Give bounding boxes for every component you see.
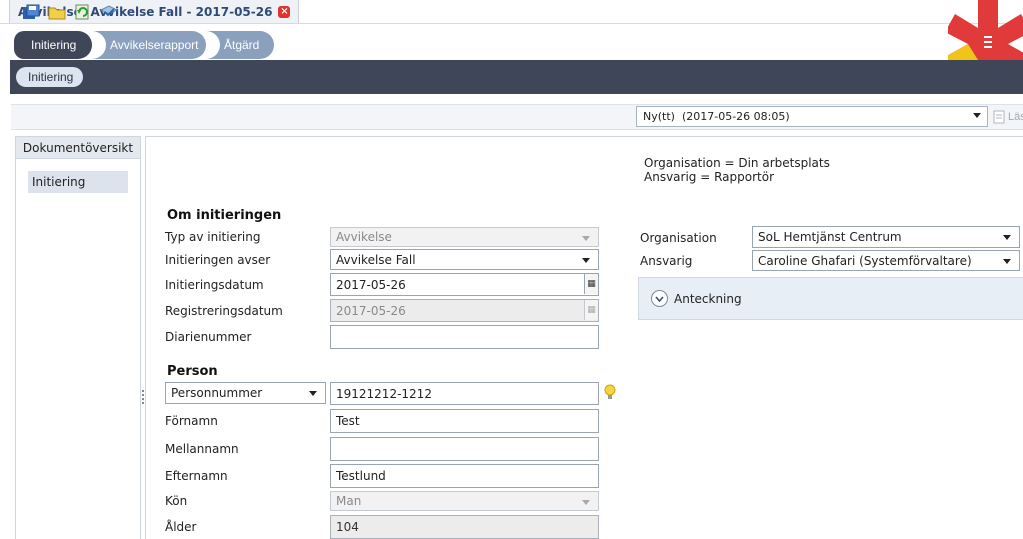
chevron-down-icon (582, 500, 590, 505)
label-efternamn: Efternamn (165, 469, 228, 483)
calendar-icon: ▦ (584, 300, 598, 320)
fornamn-input[interactable]: Test (330, 409, 599, 433)
step-label: Initiering (31, 38, 77, 52)
personnummer-input[interactable]: 19121212-1212 (330, 382, 599, 405)
organisation-select[interactable]: SoL Hemtjänst Centrum (752, 226, 1020, 248)
chevron-down-icon (1003, 259, 1011, 264)
step-label: Avvikelserapport (110, 38, 199, 52)
initieringsdatum-field[interactable]: 2017-05-26 ▦ (330, 273, 599, 296)
check-icon[interactable] (100, 4, 118, 20)
lightbulb-icon[interactable] (603, 384, 617, 402)
chevron-down-icon (973, 113, 981, 118)
tab-divider (0, 23, 1023, 24)
initieringen-avser-select[interactable]: Avvikelse Fall (330, 249, 599, 270)
ansvarig-select[interactable]: Caroline Ghafari (Systemförvaltare) (752, 250, 1020, 271)
efternamn-value: Testlund (336, 469, 386, 483)
typ-av-initiering-value: Avvikelse (336, 230, 392, 244)
label-alder: Ålder (165, 520, 197, 534)
label-initieringen-avser: Initieringen avser (165, 253, 271, 267)
chevron-down-icon (582, 258, 590, 263)
read-button[interactable]: Läs (993, 108, 1023, 126)
label-mellannamn: Mellannamn (165, 442, 239, 456)
anteckning-panel[interactable]: Anteckning (638, 277, 1023, 320)
diarienummer-input[interactable] (330, 325, 599, 349)
document-overview-panel: Dokumentöversikt Initiering (15, 136, 141, 539)
chevron-down-icon (582, 236, 590, 241)
label-typ-av-initiering: Typ av initiering (165, 230, 261, 244)
subnav-band (10, 60, 1023, 94)
document-icon (993, 110, 1005, 124)
section-om-initieringen: Om initieringen (167, 208, 282, 223)
efternamn-input[interactable]: Testlund (330, 464, 599, 488)
version-select[interactable]: Ny(tt) (2017-05-26 08:05) (636, 106, 988, 127)
fornamn-value: Test (336, 414, 360, 428)
step-initiering[interactable]: Initiering (14, 31, 92, 59)
panel-header: Dokumentöversikt (16, 137, 140, 159)
kon-value: Man (336, 494, 362, 508)
step-atgard[interactable]: Åtgärd (200, 31, 274, 59)
label-kon: Kön (165, 494, 188, 508)
open-folder-icon[interactable] (48, 4, 66, 20)
version-select-value: Ny(tt) (2017-05-26 08:05) (643, 110, 790, 123)
label-initieringsdatum: Initieringsdatum (165, 278, 264, 292)
info-organisation: Organisation = Din arbetsplats (644, 156, 830, 170)
subtab-label: Initiering (28, 70, 74, 84)
anteckning-label: Anteckning (674, 291, 742, 306)
info-ansvarig: Ansvarig = Rapportör (644, 170, 775, 184)
step-avvikelserapport[interactable]: Avvikelserapport (86, 31, 206, 59)
read-button-label: Läs (1008, 111, 1023, 123)
label-fornamn: Förnamn (165, 414, 218, 428)
ansvarig-value: Caroline Ghafari (Systemförvaltare) (758, 253, 972, 268)
close-icon[interactable]: × (278, 5, 291, 18)
alder-field: 104 (330, 515, 599, 539)
initieringsdatum-value: 2017-05-26 (336, 277, 406, 292)
initieringen-avser-value: Avvikelse Fall (336, 252, 416, 267)
id-type-select[interactable]: Personnummer (165, 382, 326, 404)
mellannamn-input[interactable] (330, 437, 599, 461)
expand-chevron-icon[interactable] (651, 290, 668, 307)
label-diarienummer: Diarienummer (165, 330, 252, 344)
registreringsdatum-field: 2017-05-26 ▦ (330, 299, 599, 322)
registreringsdatum-value: 2017-05-26 (336, 303, 406, 318)
label-ansvarig: Ansvarig (640, 254, 693, 268)
step-label: Åtgärd (224, 38, 260, 52)
app-window: Avvikelse, Avvikelse Fall - 2017-05-26 ×… (0, 0, 1023, 539)
chevron-down-icon (309, 391, 317, 396)
calendar-icon[interactable]: ▦ (584, 274, 598, 294)
overview-item-initiering[interactable]: Initiering (28, 171, 128, 193)
label-organisation: Organisation (640, 231, 717, 245)
save-icon[interactable] (22, 4, 40, 20)
chevron-down-icon (1003, 235, 1011, 240)
label-registreringsdatum: Registreringsdatum (165, 304, 283, 318)
subtab-initiering[interactable]: Initiering (16, 67, 84, 87)
id-type-value: Personnummer (171, 386, 263, 400)
refresh-icon[interactable] (74, 4, 92, 20)
section-person: Person (167, 364, 218, 379)
organisation-value: SoL Hemtjänst Centrum (758, 230, 902, 244)
personnummer-value: 19121212-1212 (336, 386, 432, 401)
typ-av-initiering-select: Avvikelse (330, 227, 599, 247)
kon-select: Man (330, 491, 599, 511)
alder-value: 104 (336, 520, 359, 534)
